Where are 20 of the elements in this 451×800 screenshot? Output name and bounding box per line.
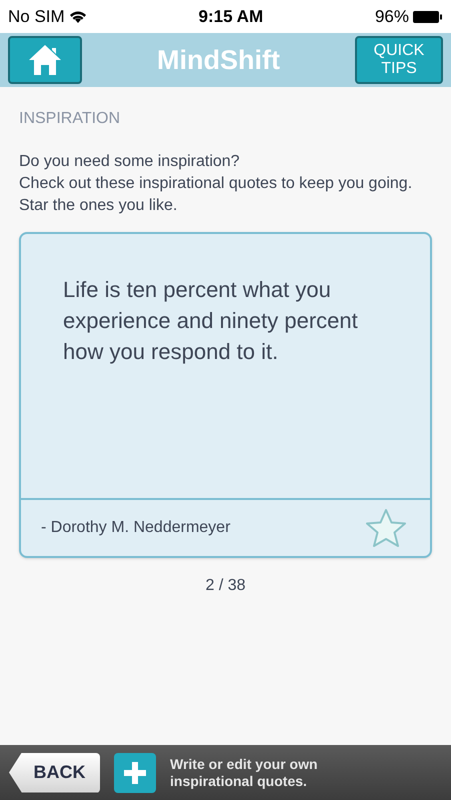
carrier-label: No SIM <box>8 6 65 28</box>
back-button[interactable]: BACK <box>9 752 100 792</box>
home-button[interactable] <box>8 36 82 84</box>
add-quote-label: Write or edit your own inspirational quotes. <box>170 756 319 790</box>
battery-percent: 96% <box>374 6 409 28</box>
star-icon <box>365 508 407 548</box>
app-title: MindShift <box>157 44 280 77</box>
section-title: INSPIRATION <box>19 109 122 129</box>
page-counter: 2 / 38 <box>205 576 246 596</box>
quote-text: Life is ten percent what you experience and ninety percent how you respond to it. <box>62 276 359 366</box>
intro-text: Check out these inspirational quotes to keep you going. Star the ones you like. <box>19 174 414 216</box>
wifi-icon <box>68 10 87 24</box>
star-button[interactable] <box>364 507 408 549</box>
plus-icon <box>124 762 146 784</box>
battery-icon <box>413 10 443 24</box>
quote-author: - Dorothy M. Neddermeyer <box>41 518 230 538</box>
intro-text: Do you need some inspiration? <box>19 152 241 172</box>
add-button[interactable] <box>114 752 156 792</box>
home-icon <box>28 44 62 76</box>
clock: 9:15 AM <box>198 6 264 28</box>
